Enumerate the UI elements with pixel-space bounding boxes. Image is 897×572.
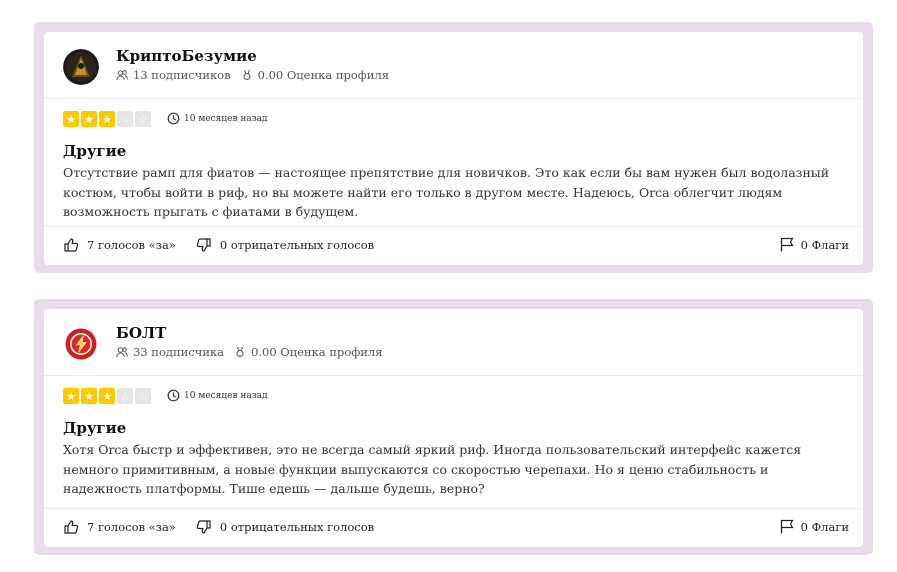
star-icon: ☆ [135, 388, 151, 404]
review-header: БОЛТ 33 подписчика 0.00 Оценка профиля [44, 309, 863, 376]
star-rating: ★ ★ ★ ☆ ☆ [63, 388, 153, 404]
review-title: Другие [63, 419, 127, 437]
review-card: КриптоБезумие 13 подписчиков 0.00 Оценка… [34, 22, 873, 273]
thumbs-up-icon[interactable] [63, 237, 79, 253]
thumbs-down-icon[interactable] [196, 237, 212, 253]
star-icon: ★ [99, 111, 115, 127]
author-meta: 33 подписчика 0.00 Оценка профиля [116, 345, 382, 359]
award-icon [236, 346, 244, 357]
review-card-inner: КриптоБезумие 13 подписчиков 0.00 Оценка… [44, 32, 863, 265]
author-name[interactable]: БОЛТ [116, 324, 166, 342]
thumbs-up-icon[interactable] [63, 519, 79, 535]
subscriber-count: 33 подписчика [133, 345, 225, 359]
review-body: Отсутствие рамп для фиатов — настоящее п… [63, 165, 830, 219]
flag-count[interactable]: 0 Флаги [801, 238, 849, 252]
review-title: Другие [63, 142, 127, 160]
review-time: 10 месяцев назад [167, 389, 268, 402]
users-icon [116, 70, 128, 81]
time-ago: 10 месяцев назад [184, 390, 268, 401]
users-icon [116, 347, 128, 358]
subscriber-count: 13 подписчиков [133, 68, 231, 82]
flag-icon[interactable] [780, 519, 794, 534]
vote-bar: 7 голосов «за» 0 отрицательных голосов [63, 519, 374, 535]
star-icon: ★ [81, 388, 97, 404]
upvote-count[interactable]: 7 голосов «за» [87, 520, 176, 534]
vote-bar: 7 голосов «за» 0 отрицательных голосов [63, 237, 374, 253]
star-icon: ★ [63, 388, 79, 404]
flag-control[interactable]: 0 Флаги [780, 237, 849, 252]
review-card: БОЛТ 33 подписчика 0.00 Оценка профиля ★… [34, 299, 873, 555]
dark-hooded-figure-avatar-icon [63, 49, 99, 85]
review-footer: 7 голосов «за» 0 отрицательных голосов 0… [44, 508, 863, 547]
profile-score: 0.00 Оценка профиля [251, 345, 383, 359]
downvote-count[interactable]: 0 отрицательных голосов [220, 520, 374, 534]
clock-icon [167, 112, 180, 125]
downvote-count[interactable]: 0 отрицательных голосов [220, 238, 374, 252]
red-lightning-bolt-avatar-icon [63, 326, 99, 362]
avatar[interactable] [63, 326, 99, 362]
flag-count[interactable]: 0 Флаги [801, 520, 849, 534]
author-name[interactable]: КриптоБезумие [116, 47, 257, 65]
review-card-inner: БОЛТ 33 подписчика 0.00 Оценка профиля ★… [44, 309, 863, 547]
star-icon: ☆ [117, 111, 133, 127]
upvote-count[interactable]: 7 голосов «за» [87, 238, 176, 252]
star-icon: ★ [81, 111, 97, 127]
clock-icon [167, 389, 180, 402]
review-time: 10 месяцев назад [167, 112, 268, 125]
award-icon [243, 69, 251, 80]
star-icon: ☆ [117, 388, 133, 404]
review-body: Хотя Orca быстр и эффективен, это не все… [63, 442, 802, 496]
star-icon: ☆ [135, 111, 151, 127]
profile-score: 0.00 Оценка профиля [257, 68, 390, 82]
review-header: КриптоБезумие 13 подписчиков 0.00 Оценка… [44, 32, 863, 99]
author-meta: 13 подписчиков 0.00 Оценка профиля [116, 68, 389, 82]
review-footer: 7 голосов «за» 0 отрицательных голосов 0… [44, 226, 863, 265]
star-rating: ★ ★ ★ ☆ ☆ [63, 111, 153, 127]
star-icon: ★ [99, 388, 115, 404]
star-icon: ★ [63, 111, 79, 127]
avatar[interactable] [63, 49, 99, 85]
thumbs-down-icon[interactable] [196, 519, 212, 535]
flag-control[interactable]: 0 Флаги [780, 519, 849, 534]
time-ago: 10 месяцев назад [184, 113, 268, 124]
flag-icon[interactable] [780, 237, 794, 252]
